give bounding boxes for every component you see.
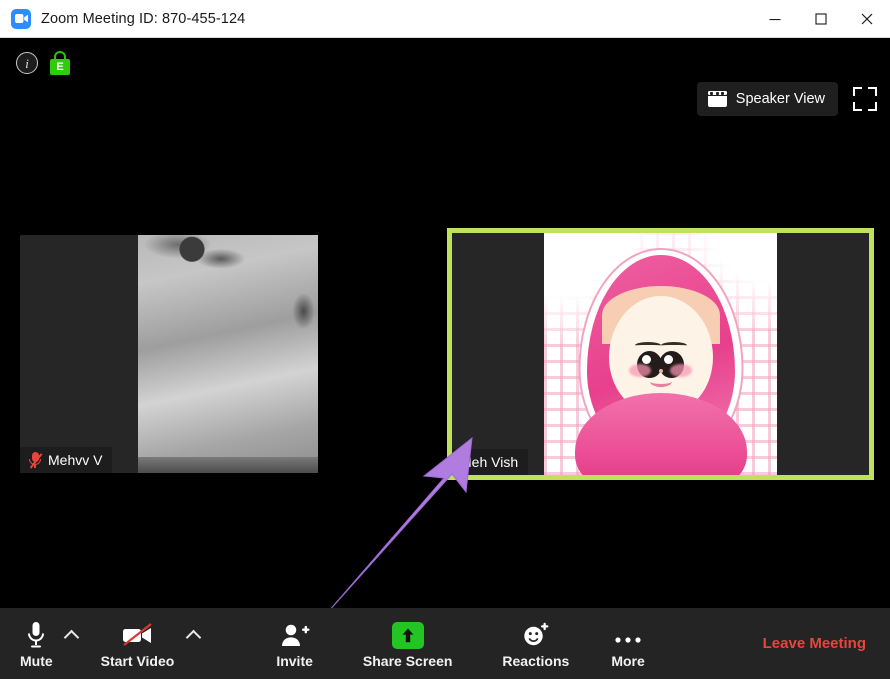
speaker-view-button[interactable]: Speaker View <box>697 82 838 116</box>
share-screen-button[interactable]: Share Screen <box>357 608 459 679</box>
zoom-camera-icon <box>11 9 31 29</box>
participant-tile-active-speaker[interactable]: Meh Vish <box>447 228 874 480</box>
more-label: More <box>611 653 644 669</box>
participant-video-feed <box>138 235 318 473</box>
participant-tile[interactable]: Mehvv V <box>20 235 318 473</box>
participant-name: Mehvv V <box>48 452 102 468</box>
chevron-up-icon <box>186 629 202 645</box>
annotation-arrow <box>316 436 484 608</box>
start-video-label: Start Video <box>101 653 175 669</box>
green-lock-icon[interactable]: E <box>50 51 70 75</box>
video-options-caret[interactable] <box>180 608 206 679</box>
gallery-layout-icon <box>708 91 727 107</box>
ellipsis-icon <box>613 619 643 649</box>
start-video-button[interactable]: Start Video <box>95 608 181 679</box>
mic-muted-icon <box>28 452 42 469</box>
enter-fullscreen-icon[interactable] <box>852 86 878 112</box>
maximize-button[interactable] <box>798 0 844 37</box>
more-button[interactable]: More <box>605 608 650 679</box>
mute-button[interactable]: Mute <box>14 608 59 679</box>
lock-body: E <box>50 59 70 75</box>
invite-button[interactable]: Invite <box>270 608 319 679</box>
zoom-meeting-window: Zoom Meeting ID: 870-455-124 i E <box>0 0 890 679</box>
window-title: Zoom Meeting ID: 870-455-124 <box>41 11 245 27</box>
audio-options-caret[interactable] <box>59 608 85 679</box>
participant-name-tag: Mehvv V <box>20 447 112 473</box>
minimize-button[interactable] <box>752 0 798 37</box>
leave-meeting-button[interactable]: Leave Meeting <box>757 635 872 653</box>
meeting-status-icons: i E <box>16 51 70 75</box>
meeting-stage: i E Speaker View <box>0 38 890 608</box>
participant-avatar-image <box>544 233 777 475</box>
camera-off-icon <box>120 619 156 649</box>
meeting-toolbar: Mute Start Video <box>0 608 890 679</box>
reactions-label: Reactions <box>502 653 569 669</box>
info-icon[interactable]: i <box>16 52 38 74</box>
smiley-plus-icon <box>522 619 550 649</box>
speaker-view-label: Speaker View <box>736 91 825 107</box>
invite-label: Invite <box>276 653 313 669</box>
window-title-bar: Zoom Meeting ID: 870-455-124 <box>0 0 890 38</box>
share-screen-up-arrow-icon <box>392 619 424 649</box>
leave-meeting-label: Leave Meeting <box>757 627 872 660</box>
close-button[interactable] <box>844 0 890 37</box>
view-controls: Speaker View <box>697 82 878 116</box>
reactions-button[interactable]: Reactions <box>496 608 575 679</box>
chevron-up-icon <box>64 629 80 645</box>
cartoon-hijab-avatar <box>544 233 777 475</box>
microphone-icon <box>25 619 47 649</box>
person-add-icon <box>280 619 310 649</box>
mute-label: Mute <box>20 653 53 669</box>
share-screen-label: Share Screen <box>363 653 453 669</box>
